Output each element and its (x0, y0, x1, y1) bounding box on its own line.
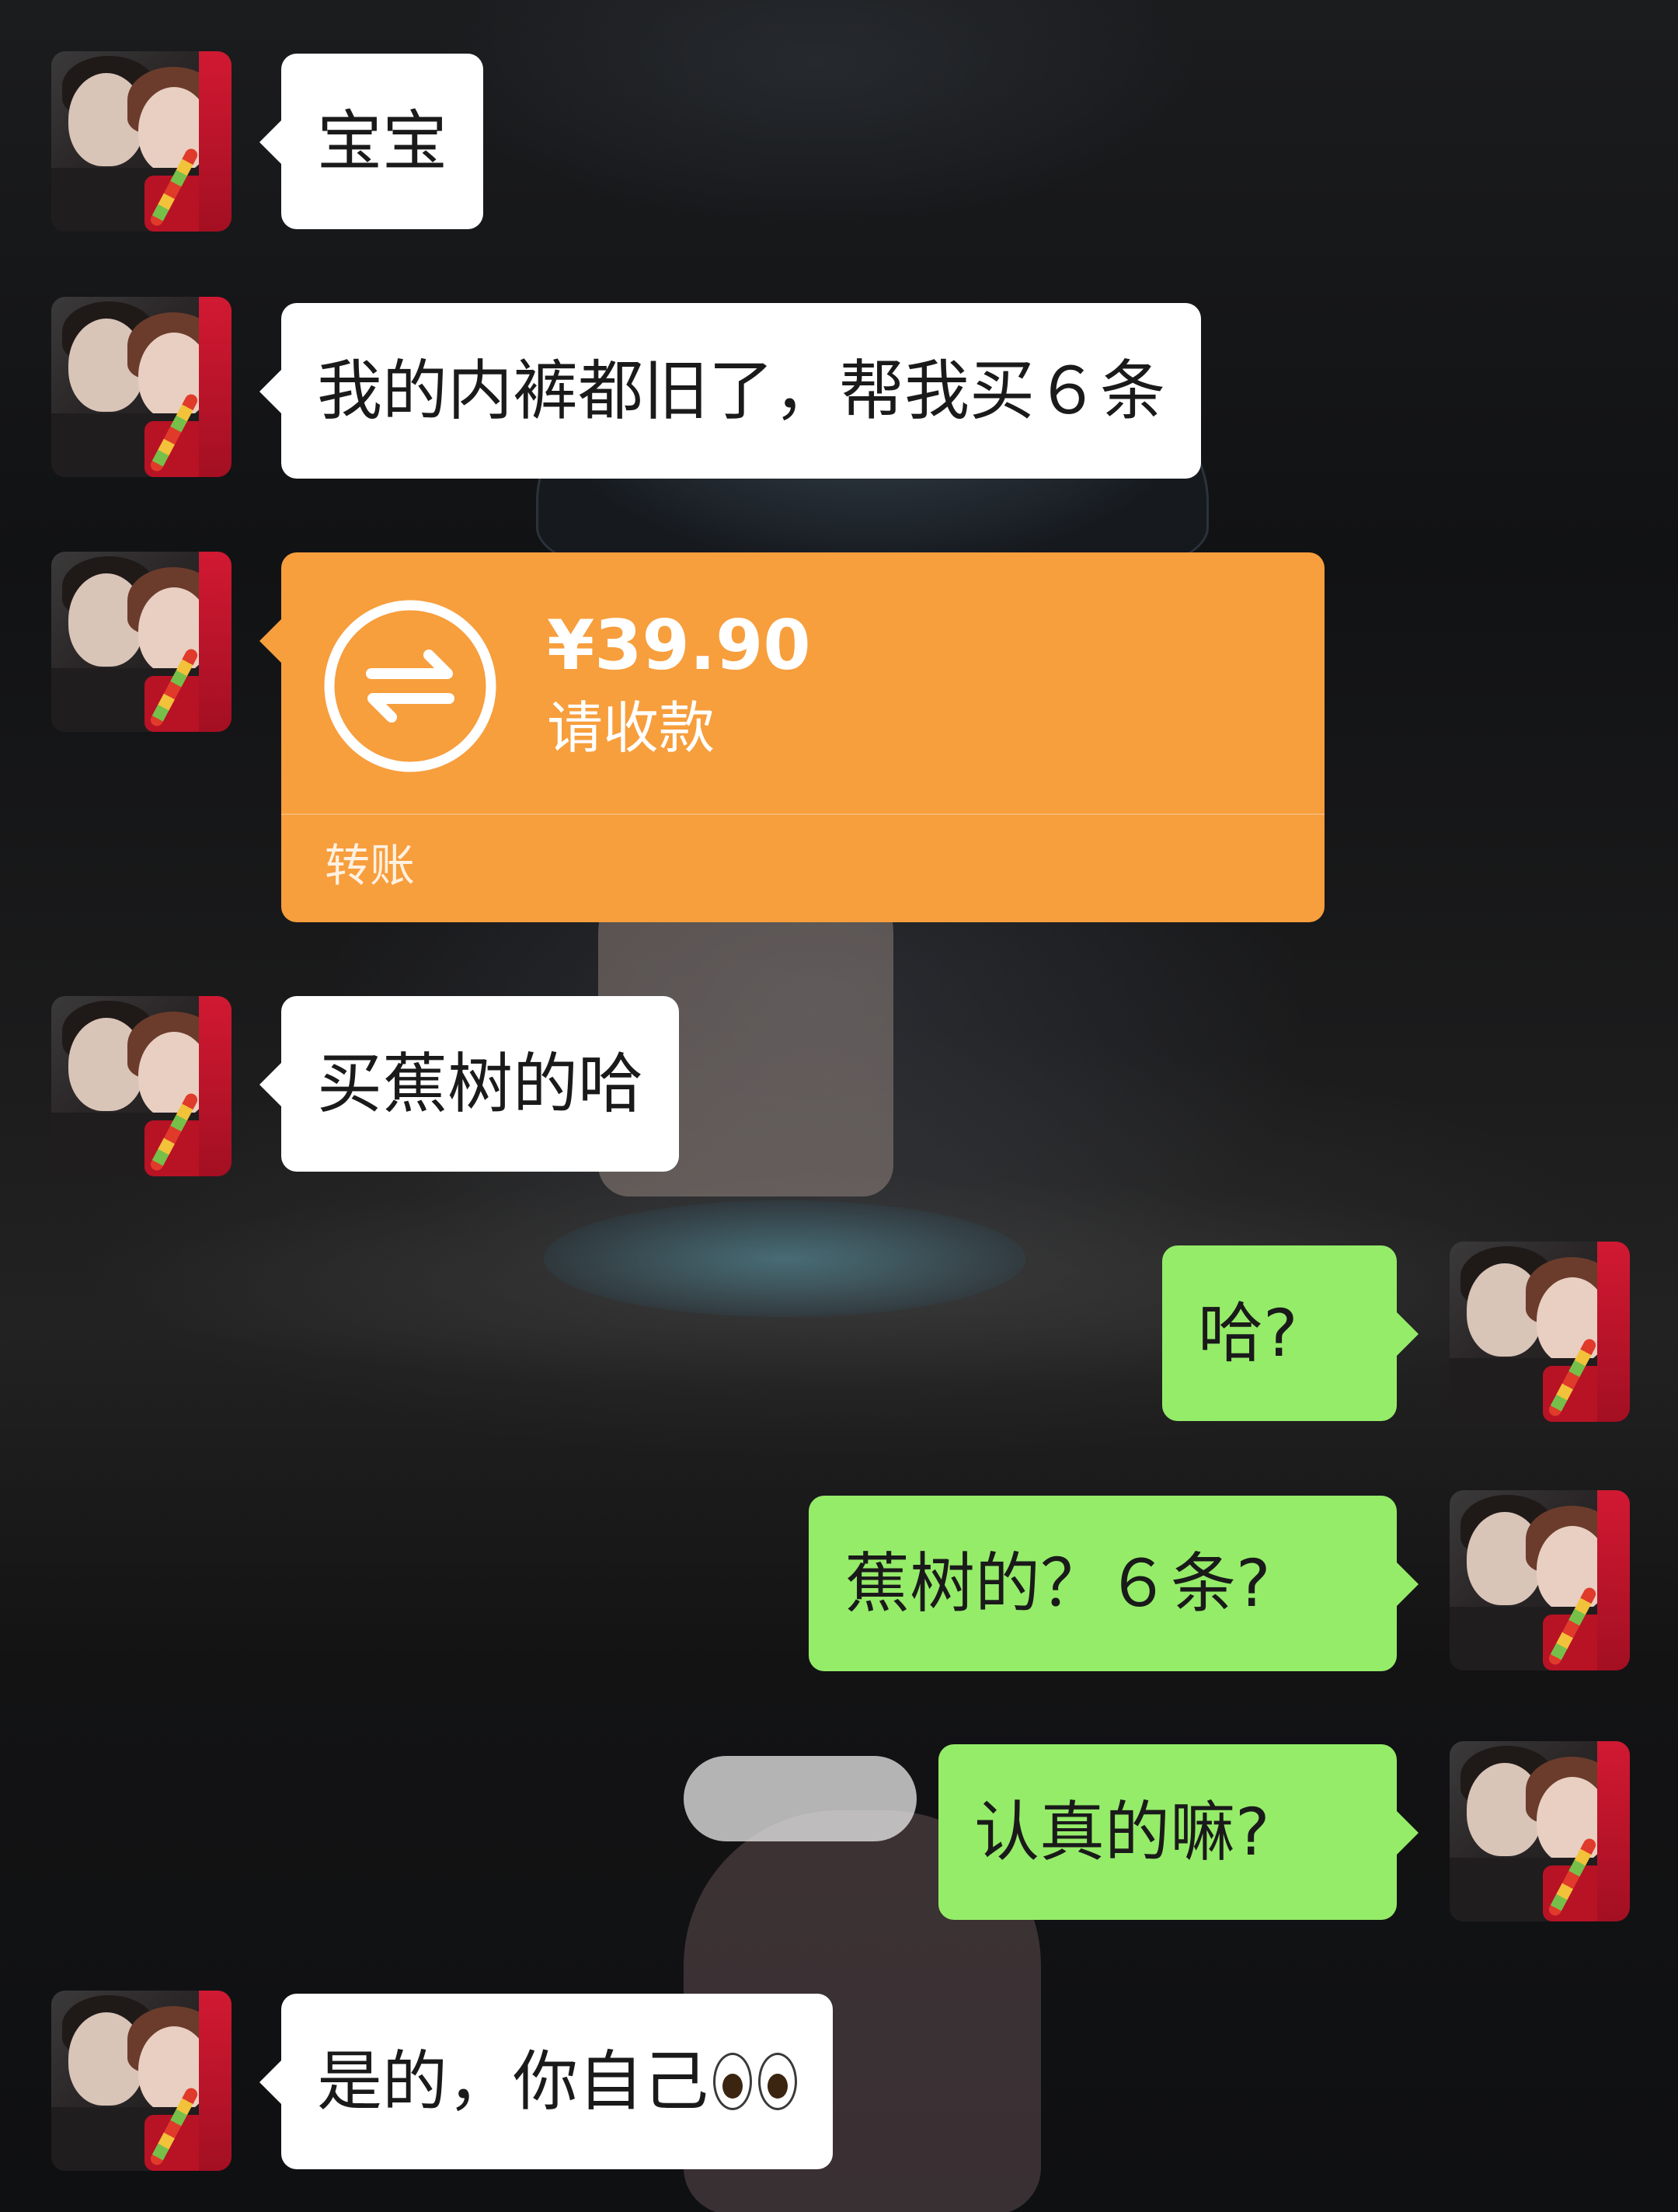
contact-avatar[interactable] (51, 297, 232, 477)
incoming-message-bubble[interactable]: 宝宝 (259, 54, 484, 229)
eyes-emoji-icon (713, 2053, 798, 2110)
incoming-message-bubble[interactable]: 是的，你自己 (259, 1994, 834, 2169)
message-text: 哈? (1198, 1295, 1298, 1371)
contact-avatar[interactable] (51, 996, 232, 1176)
message-text: 我的内裤都旧了，帮我买６条 (317, 353, 1166, 429)
incoming-message-bubble[interactable]: 我的内裤都旧了，帮我买６条 (259, 303, 1202, 479)
transfer-label: 转账 (325, 839, 416, 892)
my-avatar[interactable] (1450, 1242, 1630, 1422)
background-water-base (544, 1200, 1025, 1317)
incoming-message-bubble[interactable]: 买蕉树的哈 (259, 996, 680, 1172)
message-text: 宝宝 (317, 103, 448, 179)
background-cat (684, 1756, 917, 1841)
transfer-amount: ¥39.90 (547, 605, 811, 685)
message-text: 买蕉树的哈 (317, 1046, 644, 1122)
my-avatar[interactable] (1450, 1741, 1630, 1921)
contact-avatar[interactable] (51, 1991, 232, 2171)
transfer-card[interactable]: ¥39.90 请收款 转账 (259, 552, 1325, 922)
contact-avatar[interactable] (51, 552, 232, 732)
my-avatar[interactable] (1450, 1490, 1630, 1670)
message-text: 认真的嘛? (974, 1794, 1270, 1870)
contact-avatar[interactable] (51, 51, 232, 232)
outgoing-message-bubble[interactable]: 认真的嘛? (938, 1744, 1419, 1920)
message-text: 是的，你自己 (317, 2043, 709, 2120)
transfer-status: 请收款 (547, 695, 715, 761)
outgoing-message-bubble[interactable]: 哈? (1162, 1245, 1419, 1421)
outgoing-message-bubble[interactable]: 蕉树的？６条? (809, 1496, 1419, 1671)
transfer-arrows-icon (324, 600, 496, 772)
message-text: 蕉树的？６条? (844, 1545, 1271, 1622)
transfer-divider (281, 813, 1325, 815)
